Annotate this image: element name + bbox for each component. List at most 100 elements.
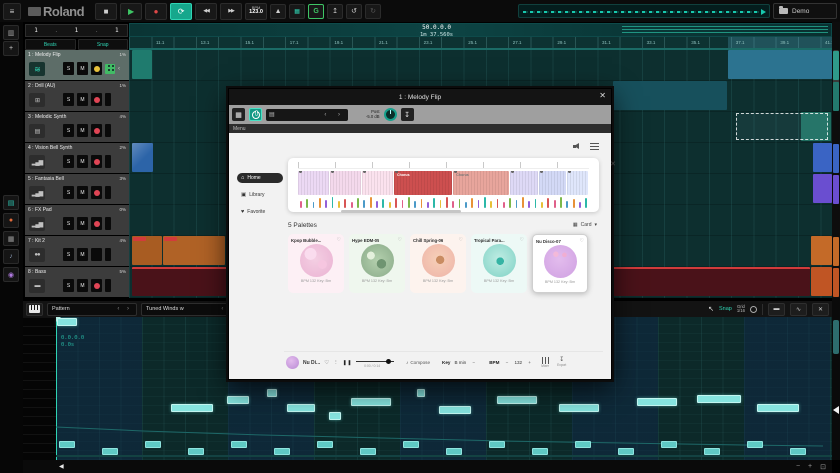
undo-button[interactable]: ↺ (346, 4, 362, 19)
snap-toggle[interactable]: Snap (78, 39, 129, 50)
share-button[interactable]: ↥ (327, 4, 343, 19)
pianoroll-scrollbar[interactable] (832, 298, 840, 460)
options-menu-icon[interactable] (590, 143, 599, 150)
draw-tool-button[interactable]: ▬ (768, 303, 785, 316)
audio-clip[interactable] (813, 143, 832, 172)
step-block[interactable] (790, 448, 806, 455)
midi-note[interactable] (171, 404, 213, 412)
preview-close-icon[interactable]: ✕ (610, 160, 616, 168)
bpm-display[interactable]: BPM 123.0 (245, 3, 267, 20)
midi-note[interactable] (351, 398, 391, 406)
song-section-block[interactable]: Chorus (453, 171, 509, 195)
rail-tool-icon[interactable]: ◉ (3, 267, 19, 282)
audio-clip[interactable] (813, 174, 832, 203)
mute-button[interactable]: M (77, 186, 88, 199)
record-button[interactable]: ● (145, 3, 167, 20)
palette-card[interactable]: Chill Spring-06 ♡ BPM 132 Key: Bm (410, 234, 466, 293)
main-menu-button[interactable]: ≡ (3, 3, 21, 20)
forward-button[interactable]: ▶▶ (220, 3, 242, 20)
preview-scrollbar[interactable] (341, 210, 461, 213)
solo-button[interactable]: S (63, 248, 74, 261)
view-mode-dropdown[interactable]: ▦ Card ▾ (573, 222, 597, 228)
heart-icon[interactable]: ♡ (398, 237, 402, 243)
heart-icon[interactable]: ♡ (337, 237, 341, 243)
step-block[interactable] (618, 448, 634, 455)
rail-tool-icon[interactable]: ♪ (3, 249, 19, 264)
track-scrollbar[interactable] (832, 22, 840, 298)
scrollbar-handle[interactable] (833, 320, 839, 354)
audio-clip[interactable] (132, 236, 162, 265)
instrument-selector[interactable]: Tuned Winds w ‹ › (141, 303, 241, 316)
track-header[interactable]: 5 : Fantasia Bell 3% ▂▄▆ S M (25, 174, 129, 204)
plugin-power-button[interactable] (249, 108, 262, 121)
midi-note[interactable] (497, 396, 537, 404)
zoom-out-button[interactable]: − (796, 463, 800, 471)
stop-button[interactable]: ■ (95, 3, 117, 20)
audio-clip[interactable] (163, 236, 225, 265)
piano-view-button[interactable] (26, 303, 43, 316)
step-block[interactable] (59, 441, 75, 448)
collapse-chevron-icon[interactable]: ‹ (118, 66, 120, 72)
record-arm-button[interactable] (91, 124, 102, 137)
selector-arrows-icon[interactable]: ‹ › (117, 306, 132, 312)
record-arm-button[interactable] (91, 155, 102, 168)
record-arm-button[interactable] (91, 186, 102, 199)
step-block[interactable] (145, 441, 161, 448)
play-button[interactable]: ▶ (120, 3, 142, 20)
rail-tool-icon[interactable]: + (3, 41, 19, 56)
song-section-block[interactable] (330, 171, 361, 195)
heart-icon[interactable]: ♡ (324, 360, 329, 366)
beats-toggle[interactable]: Beats (25, 39, 76, 50)
step-block[interactable] (446, 448, 462, 455)
track-header[interactable]: 4 : Vision Bell Synth 2% ▂▄▆ S M (25, 143, 129, 173)
step-block[interactable] (532, 448, 548, 455)
palette-card[interactable]: Nu Disco-07 ♡ BPM 132 Key: Bm (532, 234, 588, 293)
record-arm-button[interactable] (91, 62, 102, 75)
mixer-button[interactable]: Mixer (541, 357, 549, 368)
plugin-close-button[interactable]: ✕ (599, 91, 606, 100)
mute-button[interactable]: M (77, 217, 88, 230)
song-section-block[interactable] (567, 171, 588, 195)
plugin-title-bar[interactable]: 1 : Melody Flip ✕ (229, 89, 611, 105)
step-block[interactable] (188, 448, 204, 455)
grid-view-button[interactable]: ▦ (289, 4, 305, 19)
mute-button[interactable]: M (77, 279, 88, 292)
audio-clip[interactable] (728, 50, 832, 79)
solo-button[interactable]: S (63, 155, 74, 168)
rail-tool-icon[interactable]: ▥ (3, 25, 19, 40)
expand-view-button[interactable]: ⊡ (820, 463, 826, 471)
mute-button[interactable]: M (77, 155, 88, 168)
tick-field[interactable]: 1 (115, 27, 119, 34)
record-arm-button[interactable] (91, 248, 102, 261)
pause-button[interactable]: ❚❚ (343, 360, 352, 366)
plugin-save-button[interactable]: ↧ (401, 108, 414, 121)
audio-clip[interactable] (811, 236, 832, 265)
solo-button[interactable]: S (63, 279, 74, 292)
song-section-block[interactable] (298, 171, 329, 195)
step-block[interactable] (403, 441, 419, 448)
heart-icon[interactable]: ♡ (520, 237, 524, 243)
bar-field[interactable]: 1 (34, 27, 38, 34)
midi-note[interactable] (329, 412, 341, 420)
rail-tool-icon[interactable]: ▤ (3, 195, 19, 210)
key-value-dropdown[interactable]: B min (454, 360, 466, 365)
position-fields[interactable]: 1 . 1 . 1 (25, 24, 128, 37)
rail-tool-icon[interactable]: ▦ (3, 231, 19, 246)
palette-card[interactable]: Kpop Bubble... ♡ BPM 132 Key: Bm (288, 234, 344, 293)
metronome-button[interactable]: ▲ (270, 4, 286, 19)
midi-note[interactable] (697, 395, 741, 403)
track-header[interactable]: 1 : Melody Flip 1% ≋ S M ‹ (25, 50, 129, 80)
midi-note[interactable] (227, 396, 249, 404)
heart-icon[interactable]: ♡ (580, 238, 584, 244)
pointer-tool-icon[interactable]: ↖ (708, 305, 714, 313)
kebab-menu-icon[interactable]: ⋮ (333, 360, 339, 366)
step-block[interactable] (661, 441, 677, 448)
track-header[interactable]: 8 : Bass 5% ▬ S M (25, 267, 129, 297)
automation-button[interactable]: ∿ (790, 303, 807, 316)
song-section-block[interactable] (539, 171, 566, 195)
key-minus-button[interactable]: − (470, 360, 477, 365)
track-header[interactable]: 6 : FX Pad 0% ▂▄▆ S M (25, 205, 129, 235)
sidebar-item-favorite[interactable]: ♥ Favorite (237, 207, 283, 217)
midi-note[interactable] (439, 406, 471, 414)
palette-card[interactable]: Tropical Para... ♡ BPM 132 Key: Bm (471, 234, 527, 293)
